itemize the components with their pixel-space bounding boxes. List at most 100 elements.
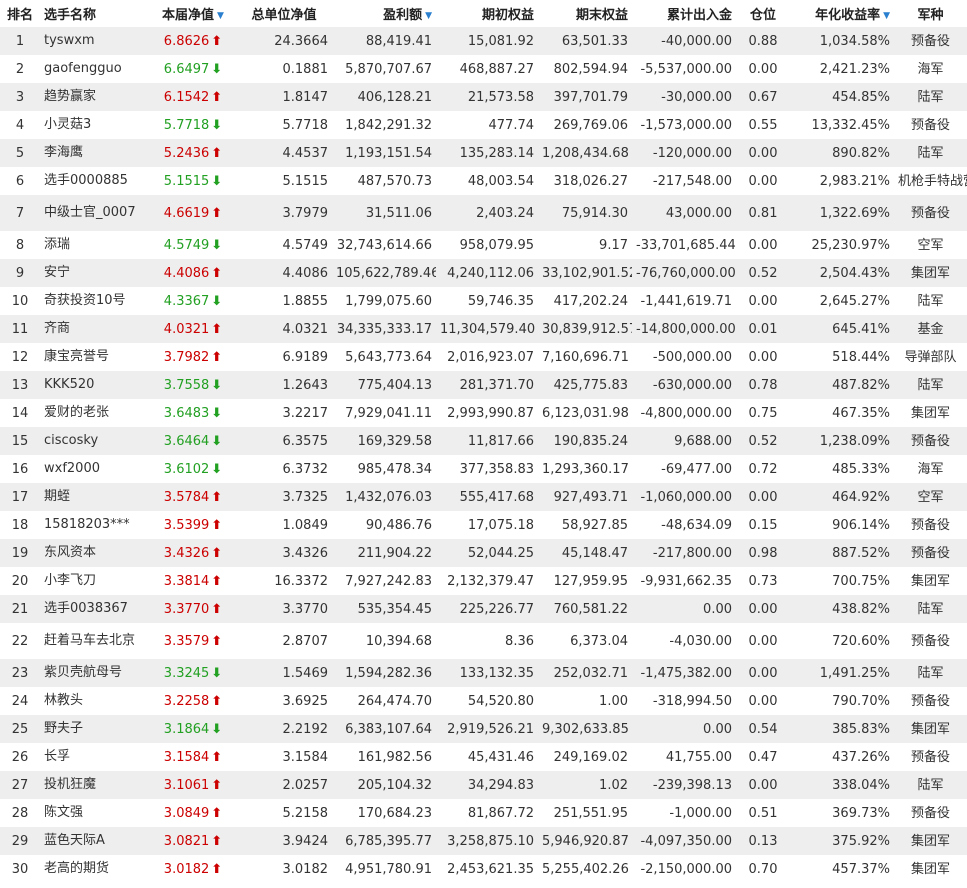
unit-nav-cell: 2.2192 — [236, 715, 332, 743]
table-row[interactable]: 14 爱财的老张 3.6483 ⬇ 3.2217 7,929,041.11 2,9… — [0, 399, 967, 427]
annual-return-cell: 2,983.21% — [790, 167, 894, 195]
player-name-link[interactable]: 紫贝壳航母号 — [40, 659, 150, 687]
rank-cell: 19 — [0, 539, 40, 567]
player-name-link[interactable]: 选手0000885 — [40, 167, 150, 195]
player-name-link[interactable]: wxf2000 — [40, 455, 150, 483]
table-row[interactable]: 3 趋势赢家 6.1542 ⬆ 1.8147 406,128.21 21,573.… — [0, 83, 967, 111]
profit-cell: 105,622,789.46 — [332, 259, 436, 287]
player-name-link[interactable]: 期蛭 — [40, 483, 150, 511]
net-flow-cell: 0.00 — [632, 715, 736, 743]
header-profit-sortable[interactable]: 盈利额 ▼ — [332, 0, 436, 27]
player-name-link[interactable]: 陈文强 — [40, 799, 150, 827]
player-name-link[interactable]: 爱财的老张 — [40, 399, 150, 427]
header-nav-sortable[interactable]: 本届净值 ▼ — [150, 0, 236, 27]
arrow-up-icon: ⬆ — [211, 749, 223, 765]
table-row[interactable]: 24 林教头 3.2258 ⬆ 3.6925 264,474.70 54,520.… — [0, 687, 967, 715]
table-row[interactable]: 26 长孚 3.1584 ⬆ 3.1584 161,982.56 45,431.4… — [0, 743, 967, 771]
table-row[interactable]: 1 tyswxm 6.8626 ⬆ 24.3664 88,419.41 15,08… — [0, 26, 967, 55]
end-equity-cell: 63,501.33 — [538, 26, 632, 55]
player-name-link[interactable]: 齐商 — [40, 315, 150, 343]
init-equity-cell: 468,887.27 — [436, 55, 538, 83]
position-cell: 0.88 — [736, 26, 790, 55]
player-name-link[interactable]: 长孚 — [40, 743, 150, 771]
table-row[interactable]: 15 ciscosky 3.6464 ⬇ 6.3575 169,329.58 11… — [0, 427, 967, 455]
arrow-down-icon: ⬇ — [211, 237, 223, 253]
player-name-link[interactable]: 添瑞 — [40, 231, 150, 259]
table-row[interactable]: 6 选手0000885 5.1515 ⬇ 5.1515 487,570.73 48… — [0, 167, 967, 195]
table-row[interactable]: 25 野夫子 3.1864 ⬇ 2.2192 6,383,107.64 2,919… — [0, 715, 967, 743]
sort-desc-icon[interactable]: ▼ — [217, 11, 224, 21]
table-row[interactable]: 2 gaofengguo 6.6497 ⬇ 0.1881 5,870,707.67… — [0, 55, 967, 83]
player-name-link[interactable]: 安宁 — [40, 259, 150, 287]
ranking-table: 排名 选手名称 本届净值 ▼ 总单位净值 盈利额 ▼ 期初权益 期末权益 累计出入金… — [0, 0, 967, 883]
header-annual-return-sortable[interactable]: 年化收益率 ▼ — [790, 0, 894, 27]
table-row[interactable]: 23 紫贝壳航母号 3.3245 ⬇ 1.5469 1,594,282.36 13… — [0, 659, 967, 687]
player-name-link[interactable]: 投机狂魔 — [40, 771, 150, 799]
table-row[interactable]: 10 奇获投资10号 4.3367 ⬇ 1.8855 1,799,075.60 5… — [0, 287, 967, 315]
table-row[interactable]: 30 老高的期货 3.0182 ⬆ 3.0182 4,951,780.91 2,4… — [0, 855, 967, 883]
player-name-link[interactable]: 李海鹰 — [40, 139, 150, 167]
table-row[interactable]: 5 李海鹰 5.2436 ⬆ 4.4537 1,193,151.54 135,28… — [0, 139, 967, 167]
table-row[interactable]: 11 齐商 4.0321 ⬆ 4.0321 34,335,333.17 11,30… — [0, 315, 967, 343]
player-name-link[interactable]: gaofengguo — [40, 55, 150, 83]
annual-return-cell: 485.33% — [790, 455, 894, 483]
player-name-link[interactable]: ciscosky — [40, 427, 150, 455]
player-name-link[interactable]: 野夫子 — [40, 715, 150, 743]
table-row[interactable]: 28 陈文强 3.0849 ⬆ 5.2158 170,684.23 81,867.… — [0, 799, 967, 827]
annual-return-cell: 457.37% — [790, 855, 894, 883]
table-row[interactable]: 29 蓝色天际A 3.0821 ⬆ 3.9424 6,785,395.77 3,2… — [0, 827, 967, 855]
table-row[interactable]: 27 投机狂魔 3.1061 ⬆ 2.0257 205,104.32 34,294… — [0, 771, 967, 799]
position-cell: 0.00 — [736, 139, 790, 167]
player-name-link[interactable]: 东风资本 — [40, 539, 150, 567]
table-row[interactable]: 17 期蛭 3.5784 ⬆ 3.7325 1,432,076.03 555,41… — [0, 483, 967, 511]
arrow-down-icon: ⬇ — [211, 433, 223, 449]
table-row[interactable]: 4 小灵菇3 5.7718 ⬇ 5.7718 1,842,291.32 477.7… — [0, 111, 967, 139]
table-row[interactable]: 9 安宁 4.4086 ⬆ 4.4086 105,622,789.46 4,240… — [0, 259, 967, 287]
nav-cell: 3.0821 ⬆ — [150, 827, 236, 855]
player-name-link[interactable]: 康宝亮誉号 — [40, 343, 150, 371]
profit-cell: 406,128.21 — [332, 83, 436, 111]
table-row[interactable]: 22 赶着马车去北京 3.3579 ⬆ 2.8707 10,394.68 8.36… — [0, 623, 967, 659]
arrow-down-icon: ⬇ — [211, 405, 223, 421]
net-flow-cell: -30,000.00 — [632, 83, 736, 111]
rank-cell: 13 — [0, 371, 40, 399]
table-row[interactable]: 12 康宝亮誉号 3.7982 ⬆ 6.9189 5,643,773.64 2,0… — [0, 343, 967, 371]
player-name-link[interactable]: 赶着马车去北京 — [40, 623, 150, 659]
table-row[interactable]: 18 15818203*** 3.5399 ⬆ 1.0849 90,486.76 … — [0, 511, 967, 539]
player-name-link[interactable]: 林教头 — [40, 687, 150, 715]
table-row[interactable]: 16 wxf2000 3.6102 ⬇ 6.3732 985,478.34 377… — [0, 455, 967, 483]
player-name-link[interactable]: 小灵菇3 — [40, 111, 150, 139]
init-equity-cell: 2,919,526.21 — [436, 715, 538, 743]
position-cell: 0.15 — [736, 511, 790, 539]
rank-cell: 27 — [0, 771, 40, 799]
table-row[interactable]: 7 中级士官_0007 4.6619 ⬆ 3.7979 31,511.06 2,4… — [0, 195, 967, 231]
player-name-link[interactable]: KKK520 — [40, 371, 150, 399]
sort-desc-icon[interactable]: ▼ — [883, 11, 890, 21]
table-row[interactable]: 8 添瑞 4.5749 ⬇ 4.5749 32,743,614.66 958,07… — [0, 231, 967, 259]
player-name-link[interactable]: 老高的期货 — [40, 855, 150, 883]
player-name-link[interactable]: tyswxm — [40, 26, 150, 55]
player-name-link[interactable]: 小李飞刀 — [40, 567, 150, 595]
player-name-link[interactable]: 中级士官_0007 — [40, 195, 150, 231]
table-row[interactable]: 13 KKK520 3.7558 ⬇ 1.2643 775,404.13 281,… — [0, 371, 967, 399]
arrow-up-icon: ⬆ — [211, 321, 223, 337]
rank-cell: 6 — [0, 167, 40, 195]
unit-nav-cell: 3.4326 — [236, 539, 332, 567]
profit-cell: 170,684.23 — [332, 799, 436, 827]
army-cell: 集团军 — [894, 567, 967, 595]
unit-nav-cell: 1.2643 — [236, 371, 332, 399]
table-row[interactable]: 20 小李飞刀 3.3814 ⬆ 16.3372 7,927,242.83 2,1… — [0, 567, 967, 595]
player-name-link[interactable]: 蓝色天际A — [40, 827, 150, 855]
sort-desc-icon[interactable]: ▼ — [425, 11, 432, 21]
net-flow-cell: -76,760,000.00 — [632, 259, 736, 287]
table-row[interactable]: 21 选手0038367 3.3770 ⬆ 3.3770 535,354.45 2… — [0, 595, 967, 623]
player-name-link[interactable]: 15818203*** — [40, 511, 150, 539]
player-name-link[interactable]: 趋势赢家 — [40, 83, 150, 111]
init-equity-cell: 59,746.35 — [436, 287, 538, 315]
position-cell: 0.00 — [736, 55, 790, 83]
nav-cell: 4.5749 ⬇ — [150, 231, 236, 259]
table-row[interactable]: 19 东风资本 3.4326 ⬆ 3.4326 211,904.22 52,044… — [0, 539, 967, 567]
player-name-link[interactable]: 奇获投资10号 — [40, 287, 150, 315]
net-flow-cell: -1,475,382.00 — [632, 659, 736, 687]
player-name-link[interactable]: 选手0038367 — [40, 595, 150, 623]
